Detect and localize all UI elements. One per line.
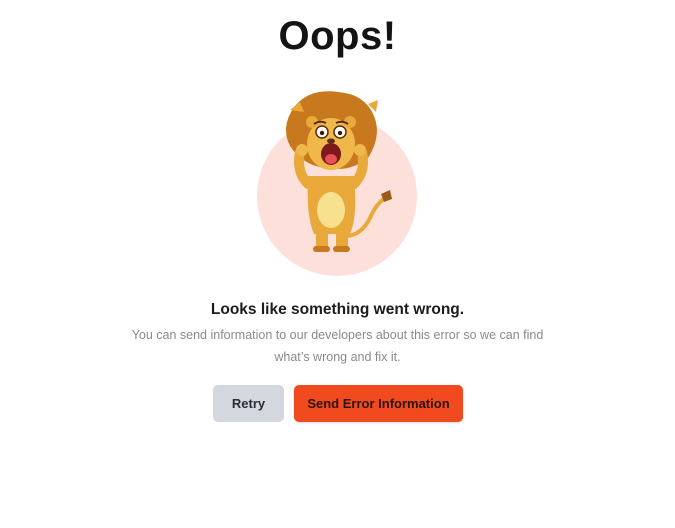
page-title: Oops! [278, 14, 397, 58]
error-message: You can send information to our develope… [131, 328, 544, 364]
retry-button[interactable]: Retry [213, 385, 284, 422]
send-error-information-button[interactable]: Send Error Information [294, 385, 463, 422]
error-heading: Looks like something went wrong. [210, 301, 465, 318]
error-page: Oops! Looks like something went wrong. Y… [0, 0, 675, 528]
scared-lion-illustration [250, 86, 430, 276]
